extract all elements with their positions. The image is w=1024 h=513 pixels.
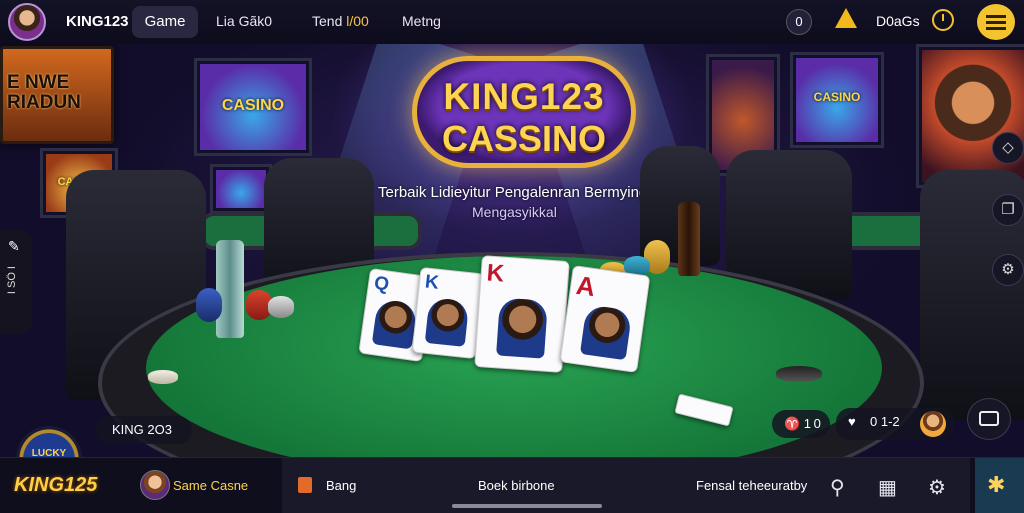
alert-icon[interactable]	[835, 8, 857, 28]
card-portrait	[424, 296, 470, 347]
search-icon[interactable]: ⚲	[830, 475, 845, 500]
copy-icon-button[interactable]: ❐	[992, 194, 1024, 226]
poster-left-text: E NWE RIADUN	[7, 72, 81, 113]
casino-scene: E NWE RIADUN CASINO CASINO CASINO KING12…	[0, 44, 1024, 457]
badge-logo-text: LUCKY RAINBOW	[31, 448, 67, 457]
table-label: KING 2O3	[96, 416, 192, 444]
chip-single	[776, 366, 822, 382]
bottle-right	[678, 202, 700, 276]
settings-icon-button[interactable]: ⚙	[992, 254, 1024, 286]
pen-icon[interactable]: ✎	[8, 238, 20, 255]
poster-right	[916, 44, 1024, 188]
screen-right-text: CASINO	[813, 89, 861, 104]
logo-line-1: KING123	[443, 76, 605, 117]
opponent-avatar	[920, 411, 946, 437]
card-portrait	[579, 304, 633, 361]
casino-logo: KING123 CASSINO	[412, 56, 636, 168]
card-portrait	[496, 297, 548, 359]
chip-single	[148, 370, 178, 384]
heart-icon: ♥	[848, 414, 856, 429]
settings-icon[interactable]: ⚙	[928, 475, 946, 500]
score-text: 0 1-2	[870, 414, 900, 429]
chip-stack	[268, 296, 294, 318]
hero-subtitle: Terbaik Lidieyitur Pengalenran Bermying	[378, 184, 648, 201]
menu-icon-line	[986, 15, 1006, 18]
bottle-left	[216, 240, 244, 338]
logo-line-2: CASSINO	[441, 118, 607, 159]
side-panel-text: I SÖ I	[6, 266, 18, 295]
menu-icon-line	[986, 21, 1006, 24]
chat-button[interactable]	[967, 398, 1011, 440]
playing-card[interactable]: K	[411, 266, 485, 360]
lucky-rainbow-badge[interactable]: LUCKY RAINBOW	[16, 426, 82, 457]
card-rank: K	[424, 271, 440, 294]
brand-title: KING123	[66, 13, 129, 30]
screen-left: CASINO	[194, 58, 312, 156]
top-bar: KING123 Game Lia Gãk0 Tend l/00 Metng 0 …	[0, 0, 1024, 44]
nav-link-trend-highlight: l/00	[346, 13, 369, 29]
menu-icon-line	[986, 27, 1006, 30]
chip-icon-button[interactable]: ◇	[992, 132, 1024, 164]
nav-link-trend-text: Tend	[312, 13, 347, 29]
menu-button[interactable]	[977, 4, 1015, 40]
card-rank: K	[485, 259, 506, 288]
screen-left-text: CASINO	[221, 96, 285, 114]
scrollbar[interactable]	[452, 504, 602, 508]
chip-stack	[196, 288, 222, 322]
poster-left: E NWE RIADUN	[0, 46, 114, 144]
user-label[interactable]: D0aGs	[876, 13, 920, 29]
seat-counter[interactable]: ♈ 1 0	[772, 410, 830, 438]
menu-item-book[interactable]: Boek birbone	[478, 478, 555, 493]
nav-link-meeting[interactable]: Metng	[402, 13, 441, 29]
card-portrait	[371, 298, 418, 350]
tools-icon: ✱	[987, 472, 1006, 497]
nav-link-trend[interactable]: Tend l/00	[312, 13, 369, 29]
card-rank: A	[574, 269, 598, 303]
tab-game[interactable]: Game	[132, 6, 198, 38]
tools-button[interactable]: ✱	[975, 458, 1024, 513]
clock-icon[interactable]	[932, 9, 954, 31]
notification-badge[interactable]: 0	[786, 9, 812, 35]
bottom-bar: KING125 Same Casne Bang Boek birbone Fen…	[0, 457, 1024, 513]
footer-logo[interactable]: KING125	[14, 474, 97, 497]
nav-link-live[interactable]: Lia Gãk0	[216, 13, 272, 29]
bag-icon	[298, 477, 312, 493]
player-name[interactable]: Same Casne	[173, 478, 248, 493]
grid-icon[interactable]: ▦	[878, 475, 897, 500]
screen-right-2: CASINO	[790, 52, 884, 148]
hero-subtitle-2: Mengasyikkal	[472, 204, 557, 220]
left-side-panel[interactable]: ✎ I SÖ I	[0, 230, 32, 334]
playing-card[interactable]: K	[474, 255, 570, 373]
menu-item-fensal[interactable]: Fensal teheeuratby	[696, 478, 807, 493]
menu-item-bang[interactable]: Bang	[326, 478, 356, 493]
screen-mid	[210, 164, 272, 214]
bottom-menu	[282, 458, 970, 513]
playing-card[interactable]: A	[559, 265, 651, 373]
card-rank: Q	[372, 272, 391, 296]
score-display[interactable]: ♥ 0 1-2	[836, 408, 954, 440]
player-avatar[interactable]	[140, 470, 170, 500]
profile-avatar[interactable]	[8, 3, 46, 41]
